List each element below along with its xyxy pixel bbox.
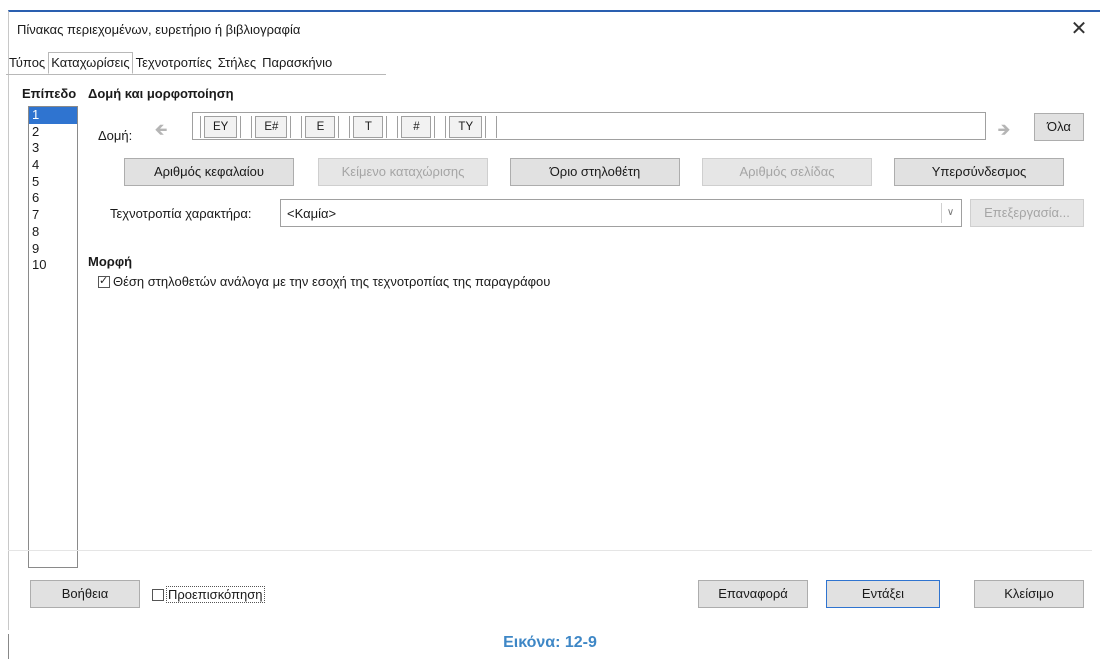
format-section-title: Μορφή bbox=[88, 254, 133, 269]
tab-stop-button[interactable]: Όριο στηλοθέτη bbox=[510, 158, 680, 186]
level-item[interactable]: 4 bbox=[29, 157, 77, 174]
tab-columns[interactable]: Στήλες bbox=[215, 52, 259, 74]
level-item[interactable]: 8 bbox=[29, 224, 77, 241]
level-list[interactable]: 1 2 3 4 5 6 7 8 9 10 bbox=[28, 106, 78, 568]
edit-button[interactable]: Επεξεργασία... bbox=[970, 199, 1084, 227]
all-button[interactable]: Όλα bbox=[1034, 113, 1084, 141]
help-button[interactable]: Βοήθεια bbox=[30, 580, 140, 608]
level-item[interactable]: 9 bbox=[29, 241, 77, 258]
token-page-number[interactable]: # bbox=[401, 116, 432, 138]
tab-divider bbox=[6, 74, 386, 75]
level-item[interactable]: 10 bbox=[29, 257, 77, 274]
arrow-left-icon[interactable]: 🡸 bbox=[150, 120, 172, 142]
token-gap[interactable] bbox=[193, 116, 201, 138]
reset-button[interactable]: Επαναφορά bbox=[698, 580, 808, 608]
preview-checkbox-row[interactable]: Προεπισκόπηση bbox=[152, 586, 265, 603]
dialog-title: Πίνακας περιεχομένων, ευρετήριο ή βιβλιο… bbox=[17, 22, 301, 37]
level-item[interactable]: 5 bbox=[29, 174, 77, 191]
tab-styles[interactable]: Τεχνοτροπίες bbox=[133, 52, 215, 74]
title-bar: Πίνακας περιεχομένων, ευρετήριο ή βιβλιο… bbox=[9, 12, 1100, 48]
arrow-right-icon[interactable]: 🡺 bbox=[993, 120, 1015, 142]
tab-background[interactable]: Παρασκήνιο bbox=[259, 52, 335, 74]
chapter-number-button[interactable]: Αριθμός κεφαλαίου bbox=[124, 158, 294, 186]
tab-position-checkbox-row[interactable]: Θέση στηλοθετών ανάλογα με την εσοχή της… bbox=[98, 274, 550, 289]
tab-position-checkbox-label: Θέση στηλοθετών ανάλογα με την εσοχή της… bbox=[113, 274, 551, 289]
level-item[interactable]: 1 bbox=[29, 107, 77, 124]
token-row: ΕΥ Ε# Ε Τ # ΤΥ bbox=[193, 115, 500, 139]
ok-button[interactable]: Εντάξει bbox=[826, 580, 940, 608]
level-item[interactable]: 2 bbox=[29, 124, 77, 141]
level-header: Επίπεδο bbox=[22, 86, 77, 101]
token-entry-text[interactable]: Ε bbox=[305, 116, 336, 138]
token-gap[interactable] bbox=[290, 116, 303, 138]
close-button[interactable]: Κλείσιμο bbox=[974, 580, 1084, 608]
level-item[interactable]: 6 bbox=[29, 190, 77, 207]
tab-entries[interactable]: Καταχωρίσεις bbox=[48, 52, 133, 74]
tab-type[interactable]: Τύπος bbox=[6, 52, 48, 74]
token-gap[interactable] bbox=[386, 116, 399, 138]
figure-caption: Εικόνα: 12-9 bbox=[503, 634, 597, 651]
token-hyperlink-end[interactable]: ΤΥ bbox=[449, 116, 483, 138]
structure-section-title: Δομή και μορφοποίηση bbox=[88, 86, 234, 101]
token-gap[interactable] bbox=[338, 116, 351, 138]
close-icon[interactable]: ✕ bbox=[1068, 16, 1090, 41]
token-chapter-number[interactable]: Ε# bbox=[255, 116, 288, 138]
hyperlink-button[interactable]: Υπερσύνδεσμος bbox=[894, 158, 1064, 186]
structure-field[interactable]: ΕΥ Ε# Ε Τ # ΤΥ bbox=[192, 112, 986, 140]
level-item[interactable]: 3 bbox=[29, 140, 77, 157]
tab-bar: Τύπος Καταχωρίσεις Τεχνοτροπίες Στήλες Π… bbox=[6, 52, 335, 74]
character-style-label: Τεχνοτροπία χαρακτήρα: bbox=[110, 206, 252, 221]
preview-checkbox-label: Προεπισκόπηση bbox=[166, 586, 265, 603]
level-item[interactable]: 7 bbox=[29, 207, 77, 224]
token-tab-stop[interactable]: Τ bbox=[353, 116, 384, 138]
preview-checkbox[interactable] bbox=[152, 588, 164, 601]
chevron-down-icon[interactable]: ∨ bbox=[941, 203, 959, 223]
character-style-value: <Καμία> bbox=[287, 206, 337, 221]
footer-divider bbox=[8, 550, 1092, 551]
character-style-select[interactable]: <Καμία> ∨ bbox=[280, 199, 962, 227]
token-entry-number[interactable]: ΕΥ bbox=[204, 116, 238, 138]
token-gap[interactable] bbox=[240, 116, 253, 138]
entry-text-button[interactable]: Κείμενο καταχώρισης bbox=[318, 158, 488, 186]
structure-label: Δομή: bbox=[98, 128, 133, 143]
dialog-window: Πίνακας περιεχομένων, ευρετήριο ή βιβλιο… bbox=[8, 10, 1100, 630]
tab-position-checkbox[interactable] bbox=[98, 274, 110, 288]
token-gap[interactable] bbox=[485, 116, 498, 138]
page-number-button[interactable]: Αριθμός σελίδας bbox=[702, 158, 872, 186]
token-gap[interactable] bbox=[434, 116, 447, 138]
